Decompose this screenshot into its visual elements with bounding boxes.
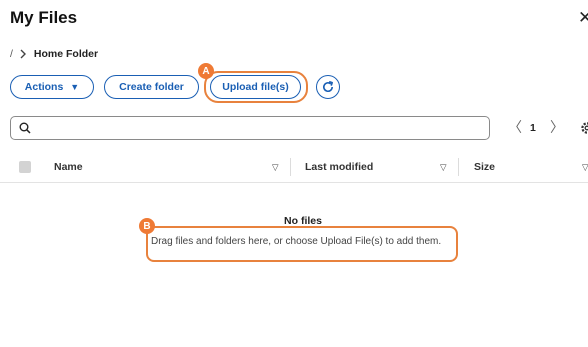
- sort-size-icon[interactable]: ▽: [582, 162, 588, 173]
- empty-state-message: Drag files and folders here, or choose U…: [151, 236, 442, 247]
- next-page-icon[interactable]: 〉: [550, 120, 564, 134]
- upload-files-button[interactable]: Upload file(s): [210, 75, 301, 99]
- sort-name-icon[interactable]: ▽: [272, 162, 279, 173]
- close-icon[interactable]: ✕: [578, 9, 588, 26]
- page-title: My Files: [10, 8, 78, 27]
- caret-down-icon: ▼: [70, 82, 80, 92]
- settings-icon[interactable]: [580, 121, 588, 135]
- search-input[interactable]: [37, 119, 477, 137]
- annotation-marker-b: B: [139, 218, 155, 234]
- previous-page-icon[interactable]: 〈: [508, 120, 522, 134]
- refresh-icon: [323, 80, 334, 93]
- sort-last-modified-icon[interactable]: ▽: [440, 162, 447, 173]
- column-divider: [290, 158, 291, 176]
- column-header-size[interactable]: Size: [474, 161, 495, 173]
- actions-button[interactable]: Actions ▼: [10, 75, 94, 99]
- column-divider: [458, 158, 459, 176]
- page-number: 1: [530, 122, 536, 134]
- select-all-checkbox[interactable]: [19, 161, 31, 173]
- breadcrumb-current: Home Folder: [33, 48, 99, 60]
- search-icon: [19, 122, 31, 134]
- column-header-name[interactable]: Name: [54, 161, 83, 173]
- table-header: Name ▽ Last modified ▽ Size ▽: [0, 150, 588, 183]
- actions-button-label: Actions: [24, 81, 64, 93]
- breadcrumb-root[interactable]: /: [10, 48, 13, 60]
- breadcrumb: / Home Folder: [10, 48, 98, 60]
- refresh-button[interactable]: [316, 75, 340, 99]
- annotation-marker-a: A: [198, 63, 214, 79]
- create-folder-button[interactable]: Create folder: [104, 75, 199, 99]
- chevron-right-icon: [20, 49, 26, 59]
- column-header-last-modified[interactable]: Last modified: [305, 161, 373, 173]
- search-field[interactable]: [10, 116, 490, 140]
